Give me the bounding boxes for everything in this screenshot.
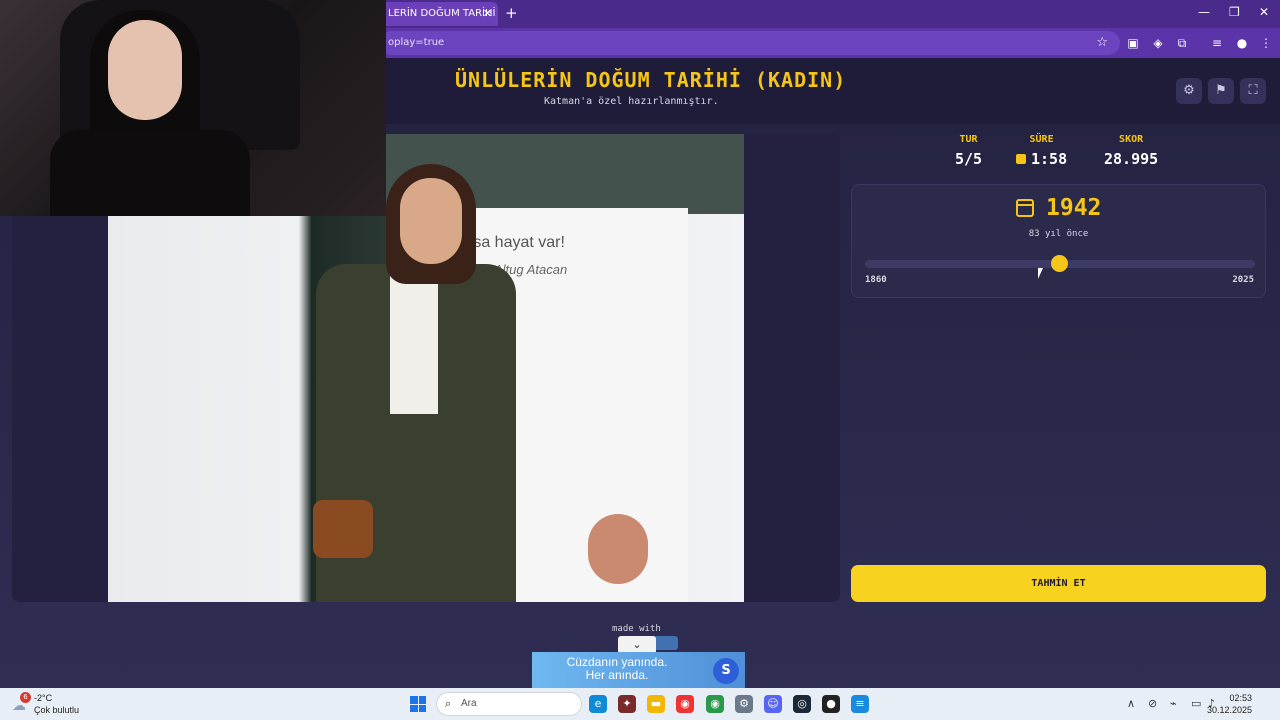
bookmark-star-icon[interactable]: ☆ [1096,31,1108,55]
page-title: ÜNLÜLERİN DOĞUM TARİHİ (KADIN) [455,68,847,92]
app-icon[interactable]: ✦ [618,695,636,713]
tab-close-icon[interactable]: ✕ [483,2,492,26]
url-input[interactable]: oplay=true ☆ [380,31,1120,55]
mouse-cursor [1038,268,1047,279]
tray-network-icon[interactable]: ⌁ [1170,697,1177,710]
browser-tab[interactable]: LERİN DOĞUM TARİHİ (K... ✕ [378,2,498,26]
fullscreen-button[interactable]: ⛶ [1240,78,1266,104]
steam-icon[interactable]: ◎ [793,695,811,713]
taskbar-search[interactable]: ⌕ Ara [436,692,582,716]
webcam-overlay-front [0,0,386,216]
tray-hidden-icon[interactable]: ⊘ [1148,697,1157,710]
round-value: 5/5 [955,150,983,168]
photo-person-shirt [390,274,438,414]
restore-button[interactable]: ❐ [1229,5,1240,19]
flag-icon: ⚑ [1215,83,1227,98]
round-label: TUR [959,134,978,145]
discord-icon[interactable]: ☺ [764,695,782,713]
minimize-button[interactable]: — [1198,5,1210,19]
webcam-face [108,20,182,120]
guess-year: 1942 [1046,195,1102,221]
time-value: 1:58 [1031,150,1068,168]
tab-title: LERİN DOĞUM TARİHİ (K... [388,8,498,19]
settings-button[interactable]: ⚙ [1176,78,1202,104]
weather-description[interactable]: Çok bulutlu [34,705,79,715]
new-tab-button[interactable]: + [505,4,518,22]
photo-banner-text: rsa hayat var! [468,234,565,251]
tray-chevron-icon[interactable]: ∧ [1127,697,1135,710]
webcam-body [50,130,250,216]
media-control-icon[interactable]: ≡ [1209,35,1225,51]
year-slider-thumb[interactable] [1050,255,1068,272]
photo-bag [313,500,373,558]
tray-display-icon[interactable]: ▭ [1191,697,1201,710]
score-label: SKOR [1119,134,1144,145]
taskbar: ☁ 6 -2°C Çok bulutlu ⌕ Ara e ✦ ▬ ◉ ◉ ⚙ ☺… [0,688,1280,720]
weather-badge: 6 [20,692,31,703]
photo-corner-face [588,514,648,584]
puzzle-icon[interactable]: ⧉ [1174,35,1190,51]
years-ago-text: 83 yıl önce [1028,229,1089,239]
timer-icon [1016,154,1026,164]
profile-avatar[interactable]: ● [1234,35,1250,51]
score-stat: SKOR 28.995 [1104,134,1158,168]
chrome-profile-icon[interactable]: ◉ [706,695,724,713]
ad-line-2: Her anında. [585,668,649,682]
weather-temp[interactable]: -2°C [34,693,52,703]
url-text: oplay=true [388,37,445,48]
obs-icon[interactable]: ● [822,695,840,713]
gear-icon: ⚙ [1183,83,1195,98]
calendar-icon [1016,199,1034,217]
extension-icon[interactable]: ▣ [1125,35,1141,51]
clock-time[interactable]: 02:53 [1229,693,1252,703]
browser-menu-icon[interactable]: ⋮ [1258,35,1274,51]
time-stat: SÜRE 1:58 [1016,134,1067,168]
ad-logo: S [713,658,739,684]
guess-card: 1942 83 yıl önce 1860 2025 [851,184,1266,298]
page-subtitle: Katman'a özel hazırlanmıştır. [544,96,719,107]
ad-text: Cüzdanın yanında. Her anında. [532,656,702,682]
clock-date[interactable]: 30.12.2025 [1207,705,1252,715]
notepad-icon[interactable]: ≡ [851,695,869,713]
ad-banner[interactable]: Cüzdanın yanında. Her anında. S [532,652,745,688]
time-value-row: 1:58 [1016,150,1067,168]
close-window-button[interactable]: ✕ [1259,5,1269,19]
round-stat: TUR 5/5 [955,134,982,168]
settings-app-icon[interactable]: ⚙ [735,695,753,713]
search-icon: ⌕ [445,698,452,710]
slider-min-label: 1860 [865,275,887,285]
photo-person-face [400,178,462,264]
fullscreen-icon: ⛶ [1248,83,1258,98]
edge-icon[interactable]: e [589,695,607,713]
made-with-label: made with [612,624,661,634]
chrome-icon[interactable]: ◉ [676,695,694,713]
slider-max-label: 2025 [1232,275,1254,285]
search-placeholder: Ara [461,698,477,709]
shield-extension-icon[interactable]: ◈ [1150,35,1166,51]
folder-icon[interactable]: ▬ [647,695,665,713]
score-value: 28.995 [1104,150,1159,168]
submit-guess-button[interactable]: TAHMİN ET [851,565,1266,602]
time-label: SÜRE [1029,134,1054,145]
start-button[interactable] [410,696,426,712]
report-button[interactable]: ⚑ [1208,78,1234,104]
